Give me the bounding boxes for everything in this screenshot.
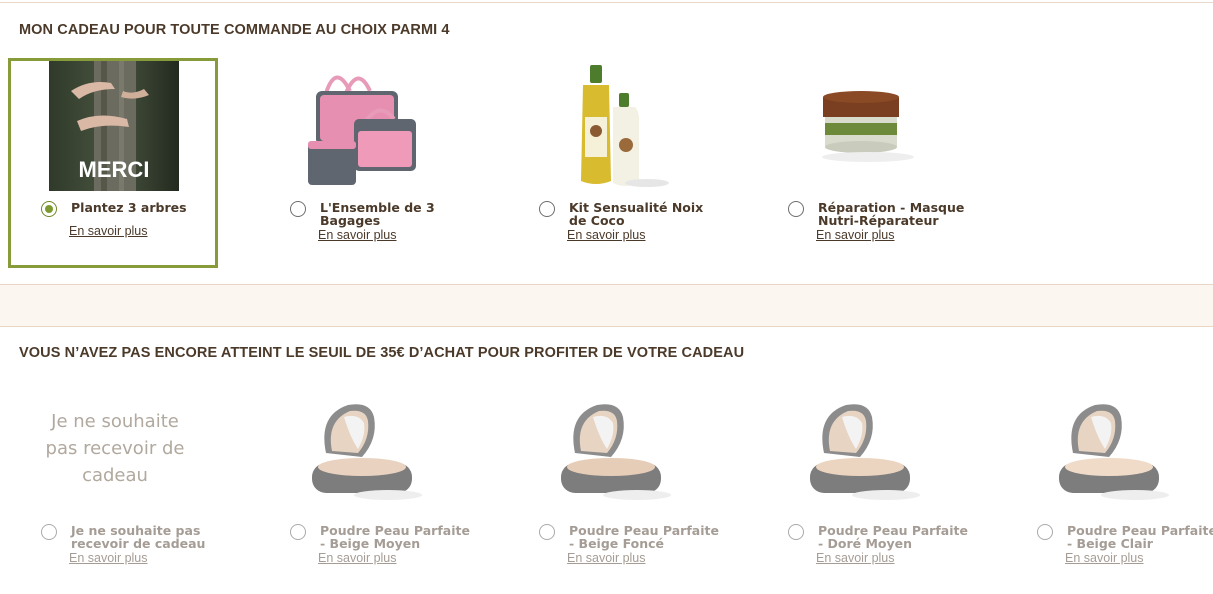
trees-image: MERCI [49, 61, 179, 191]
trees-more-link[interactable]: En savoir plus [69, 224, 148, 238]
separator-band [0, 284, 1213, 327]
mask-label: Réparation - Masque Nutri-Réparateur [818, 200, 965, 228]
gift-section-title: MON CADEAU POUR TOUTE COMMANDE AU CHOIX … [19, 22, 450, 38]
option-beige-clair[interactable]: Poudre Peau Parfaite - Beige Clair [1037, 524, 1213, 550]
bags-more-link[interactable]: En savoir plus [318, 228, 397, 242]
merci-text: MERCI [79, 157, 150, 182]
radio-beige-clair[interactable] [1037, 524, 1053, 540]
radio-dore-moyen[interactable] [788, 524, 804, 540]
bags-label: L'Ensemble de 3 Bagages [320, 200, 435, 228]
no-gift-image-text: Je ne souhaite pas recevoir de cadeau [45, 411, 185, 486]
beige-clair-label: Poudre Peau Parfaite - Beige Clair [1067, 523, 1213, 551]
radio-beige-moyen[interactable] [290, 524, 306, 540]
radio-trees[interactable] [41, 201, 57, 217]
option-beige-fonce[interactable]: Poudre Peau Parfaite - Beige Foncé [539, 524, 719, 550]
coconut-kit-image [547, 61, 677, 191]
beige-fonce-more-link[interactable]: En savoir plus [567, 551, 646, 565]
option-beige-moyen[interactable]: Poudre Peau Parfaite - Beige Moyen [290, 524, 470, 550]
radio-beige-fonce[interactable] [539, 524, 555, 540]
mask-more-link[interactable]: En savoir plus [816, 228, 895, 242]
powder-beige-fonce-image [549, 395, 679, 525]
powder-beige-moyen-image [300, 395, 430, 525]
powder-dore-moyen-image [798, 395, 928, 525]
radio-mask[interactable] [788, 201, 804, 217]
no-gift-more-link[interactable]: En savoir plus [69, 551, 148, 565]
beige-moyen-more-link[interactable]: En savoir plus [318, 551, 397, 565]
coconut-label: Kit Sensualité Noix de Coco [569, 200, 704, 228]
no-gift-label: Je ne souhaite pas recevoir de cadeau [71, 523, 206, 551]
beige-fonce-label: Poudre Peau Parfaite - Beige Foncé [569, 523, 719, 551]
gift-option-mask[interactable]: Réparation - Masque Nutri-Réparateur [788, 201, 968, 227]
radio-coconut[interactable] [539, 201, 555, 217]
gift-option-bags[interactable]: L'Ensemble de 3 Bagages [290, 201, 470, 227]
gift-option-coconut[interactable]: Kit Sensualité Noix de Coco [539, 201, 719, 227]
top-divider [0, 2, 1213, 3]
beige-clair-more-link[interactable]: En savoir plus [1065, 551, 1144, 565]
mask-jar-image [796, 61, 926, 191]
dore-moyen-label: Poudre Peau Parfaite - Doré Moyen [818, 523, 968, 551]
option-no-gift[interactable]: Je ne souhaite pas recevoir de cadeau [41, 524, 221, 550]
radio-bags[interactable] [290, 201, 306, 217]
option-dore-moyen[interactable]: Poudre Peau Parfaite - Doré Moyen [788, 524, 968, 550]
coconut-more-link[interactable]: En savoir plus [567, 228, 646, 242]
threshold-section-title: VOUS N’AVEZ PAS ENCORE ATTEINT LE SEUIL … [19, 345, 745, 361]
beige-moyen-label: Poudre Peau Parfaite - Beige Moyen [320, 523, 470, 551]
powder-beige-clair-image [1047, 395, 1177, 525]
bags-image [298, 61, 428, 191]
radio-no-gift[interactable] [41, 524, 57, 540]
trees-label: Plantez 3 arbres [71, 200, 187, 215]
dore-moyen-more-link[interactable]: En savoir plus [816, 551, 895, 565]
gift-option-trees[interactable]: Plantez 3 arbres [41, 201, 221, 217]
